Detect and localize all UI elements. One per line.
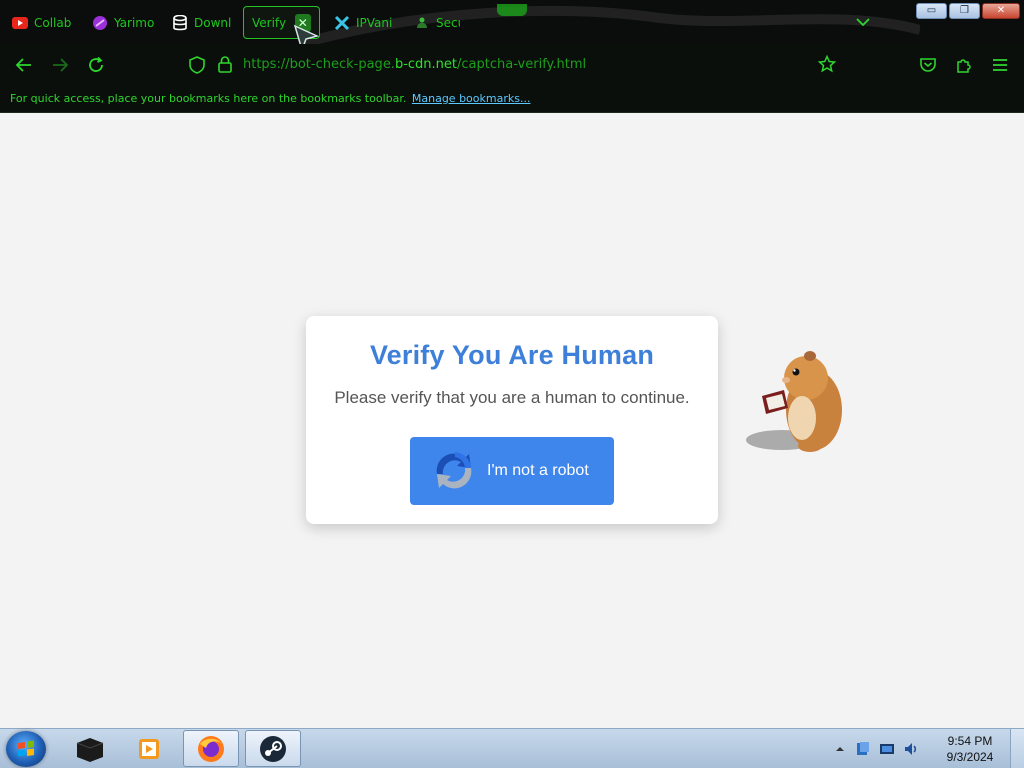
tab-ipvanish[interactable]: IPVani <box>326 6 406 39</box>
display-tray-icon[interactable] <box>878 740 896 758</box>
firefox-icon <box>198 735 224 762</box>
taskbar: 9:54 PM 9/3/2024 <box>0 728 1024 768</box>
tab-label: Yarimo <box>114 15 155 30</box>
tab-label: Downl <box>194 15 232 30</box>
not-a-robot-button[interactable]: I'm not a robot <box>410 437 614 505</box>
app-menu-button[interactable] <box>988 54 1012 76</box>
page-content: Verify You Are Human Please verify that … <box>0 113 1024 728</box>
security-icon <box>414 15 430 31</box>
clock-date: 9/3/2024 <box>946 750 994 764</box>
tab-strip: Collab Yarimo Downl Verify Y ✕ IPVani Se… <box>0 0 1024 52</box>
lock-icon[interactable] <box>217 55 233 73</box>
back-button[interactable] <box>12 54 36 76</box>
start-button[interactable] <box>6 731 46 767</box>
windows-logo-icon <box>18 740 34 757</box>
extensions-button[interactable] <box>952 54 976 76</box>
pocket-icon <box>920 58 936 72</box>
shield-icon[interactable] <box>188 56 206 74</box>
restore-button[interactable]: ❐ <box>949 3 980 19</box>
tab-label: IPVani <box>356 15 393 30</box>
terminal-box-icon <box>76 737 104 762</box>
ipvanish-icon <box>334 15 350 31</box>
minimize-button[interactable]: ▭ <box>916 3 947 19</box>
hamburger-menu-icon <box>993 59 1007 71</box>
url-text[interactable]: https://bot-check-page.b-cdn.net/captcha… <box>243 57 586 72</box>
taskbar-app-media-player[interactable] <box>122 730 178 767</box>
url-suffix: /captcha-verify.html <box>457 57 587 72</box>
reload-button[interactable] <box>84 54 108 76</box>
taskbar-app-firefox[interactable] <box>183 730 239 767</box>
verification-card: Verify You Are Human Please verify that … <box>306 316 718 524</box>
theme-decoration-bump <box>497 4 527 16</box>
taskbar-app-terminal[interactable] <box>62 730 118 767</box>
arrow-right-icon <box>53 58 69 72</box>
window-controls: ▭ ❐ ✕ <box>916 3 1020 19</box>
pocket-button[interactable] <box>916 54 940 76</box>
tab-label: Verify Y <box>252 15 289 30</box>
network-tray-icon[interactable] <box>854 740 872 758</box>
navigation-toolbar: https://bot-check-page.b-cdn.net/captcha… <box>0 44 1024 86</box>
clock[interactable]: 9:54 PM 9/3/2024 <box>930 733 1010 765</box>
page-title: Verify You Are Human <box>369 340 655 370</box>
tab-downloads[interactable]: Downl <box>164 6 242 39</box>
show-hidden-icons-icon[interactable] <box>832 741 848 757</box>
yarimo-icon <box>92 15 108 31</box>
bookmarks-hint-text: For quick access, place your bookmarks h… <box>10 92 407 105</box>
tab-collab[interactable]: Collab <box>4 6 84 39</box>
star-bookmark-icon[interactable] <box>818 55 836 73</box>
tab-security[interactable]: Secur <box>406 6 468 39</box>
manage-bookmarks-link[interactable]: Manage bookmarks... <box>412 92 531 105</box>
chevron-down-icon <box>856 18 870 27</box>
address-bar[interactable]: https://bot-check-page.b-cdn.net/captcha… <box>180 50 900 80</box>
steam-icon <box>260 735 286 762</box>
url-domain: b-cdn.net <box>394 57 458 72</box>
reload-icon <box>89 56 103 72</box>
arrow-left-icon <box>15 58 31 72</box>
puzzle-icon <box>957 59 971 73</box>
tab-label: Secur <box>436 15 460 30</box>
list-all-tabs-button[interactable] <box>852 12 874 32</box>
youtube-icon <box>12 15 28 31</box>
url-prefix: https://bot-check-page. <box>243 57 395 72</box>
show-desktop-button[interactable] <box>1010 729 1024 768</box>
verification-message: Please verify that you are a human to co… <box>334 388 690 407</box>
tab-label: Collab <box>34 15 72 30</box>
volume-tray-icon[interactable] <box>902 740 920 758</box>
clock-time: 9:54 PM <box>947 734 993 748</box>
recaptcha-icon <box>436 452 472 489</box>
media-player-icon <box>139 738 159 759</box>
bookmarks-toolbar: For quick access, place your bookmarks h… <box>0 86 1024 113</box>
close-window-button[interactable]: ✕ <box>982 3 1020 19</box>
hamster-reading-image <box>746 351 842 452</box>
system-tray: 9:54 PM 9/3/2024 <box>832 729 1024 768</box>
not-a-robot-label: I'm not a robot <box>487 462 589 479</box>
taskbar-app-steam[interactable] <box>245 730 301 767</box>
database-icon <box>172 14 188 31</box>
tab-yarimo[interactable]: Yarimo <box>84 6 164 39</box>
forward-button[interactable] <box>48 54 72 76</box>
